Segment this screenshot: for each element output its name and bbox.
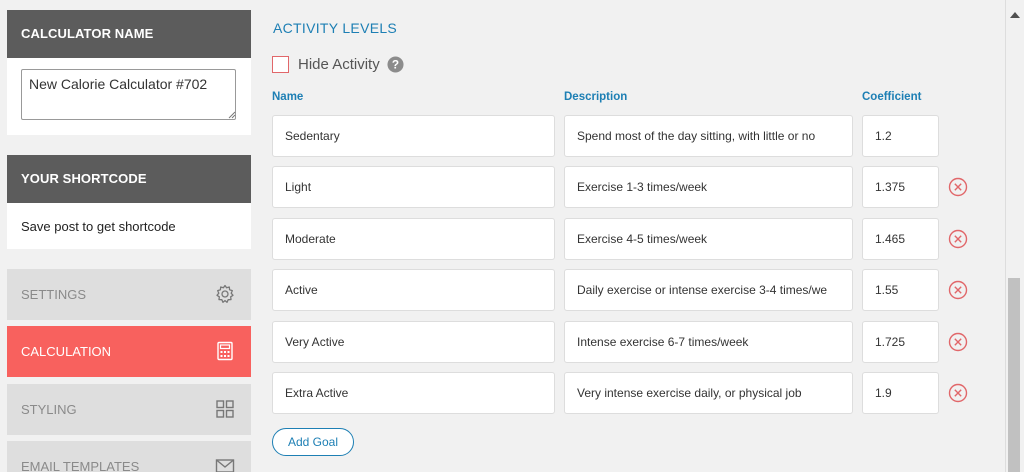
remove-row-icon[interactable] [948, 332, 968, 352]
nav-item-label: STYLING [21, 402, 77, 417]
vertical-scrollbar[interactable] [1006, 0, 1024, 472]
hide-activity-label: Hide Activity [298, 55, 380, 73]
activity-name-input[interactable]: Active [272, 269, 555, 311]
activity-description-input[interactable]: Spend most of the day sitting, with litt… [564, 115, 853, 157]
nav-item-label: EMAIL TEMPLATES [21, 459, 140, 472]
activity-name-input[interactable]: Light [272, 166, 555, 208]
nav-item-label: CALCULATION [21, 344, 112, 359]
activity-coefficient-input[interactable]: 1.725 [862, 321, 939, 363]
envelope-icon [215, 459, 235, 472]
activity-description-input[interactable]: Daily exercise or intense exercise 3-4 t… [564, 269, 853, 311]
remove-row-icon[interactable] [948, 383, 968, 403]
activity-levels-panel: ACTIVITY LEVELS Hide Activity ? Name Des… [258, 0, 1006, 472]
activity-name-input[interactable]: Extra Active [272, 372, 555, 414]
activity-coefficient-input[interactable]: 1.465 [862, 218, 939, 260]
svg-text:?: ? [392, 57, 399, 71]
column-header-coefficient: Coefficient [862, 91, 922, 103]
nav-item-label: SETTINGS [21, 287, 87, 302]
activity-coefficient-input[interactable]: 1.55 [862, 269, 939, 311]
scrollbar-thumb[interactable] [1008, 278, 1020, 472]
activity-name-input[interactable]: Sedentary [272, 115, 555, 157]
activity-coefficient-input[interactable]: 1.375 [862, 166, 939, 208]
hide-activity-row: Hide Activity ? [272, 53, 404, 75]
remove-row-icon[interactable] [948, 229, 968, 249]
activity-coefficient-input[interactable]: 1.9 [862, 372, 939, 414]
nav-item-calculation[interactable]: CALCULATION [7, 326, 251, 377]
shortcode-panel: Save post to get shortcode [7, 203, 251, 249]
hide-activity-checkbox[interactable] [272, 55, 289, 73]
shortcode-heading: YOUR SHORTCODE [7, 155, 251, 203]
activity-name-input[interactable]: Very Active [272, 321, 555, 363]
activity-description-input[interactable]: Exercise 1-3 times/week [564, 166, 853, 208]
activity-description-input[interactable]: Very intense exercise daily, or physical… [564, 372, 853, 414]
remove-row-icon[interactable] [948, 177, 968, 197]
scroll-up-icon[interactable] [1010, 12, 1020, 18]
calculator-name-heading: CALCULATOR NAME [7, 10, 251, 58]
activity-description-input[interactable]: Exercise 4-5 times/week [564, 218, 853, 260]
nav-item-styling[interactable]: STYLING [7, 384, 251, 435]
column-header-name: Name [272, 91, 304, 103]
sidebar: CALCULATOR NAME New Calorie Calculator #… [0, 0, 258, 472]
calculator-icon [217, 341, 233, 361]
remove-row-icon[interactable] [948, 280, 968, 300]
activity-coefficient-input[interactable]: 1.2 [862, 115, 939, 157]
section-title: ACTIVITY LEVELS [273, 20, 398, 36]
help-icon[interactable]: ? [387, 55, 404, 73]
add-goal-button[interactable]: Add Goal [272, 428, 354, 456]
gear-icon [216, 284, 234, 303]
nav-item-email-templates[interactable]: EMAIL TEMPLATES [7, 441, 251, 472]
nav-item-settings[interactable]: SETTINGS [7, 269, 251, 320]
calculator-name-textarea[interactable]: New Calorie Calculator #702 [21, 69, 236, 120]
shortcode-text: Save post to get shortcode [21, 219, 176, 234]
activity-description-input[interactable]: Intense exercise 6-7 times/week [564, 321, 853, 363]
resize-grip-icon[interactable] [228, 111, 236, 119]
activity-name-input[interactable]: Moderate [272, 218, 555, 260]
calculator-name-panel: New Calorie Calculator #702 [7, 58, 251, 135]
grid-icon [216, 400, 234, 418]
column-header-description: Description [564, 91, 628, 103]
